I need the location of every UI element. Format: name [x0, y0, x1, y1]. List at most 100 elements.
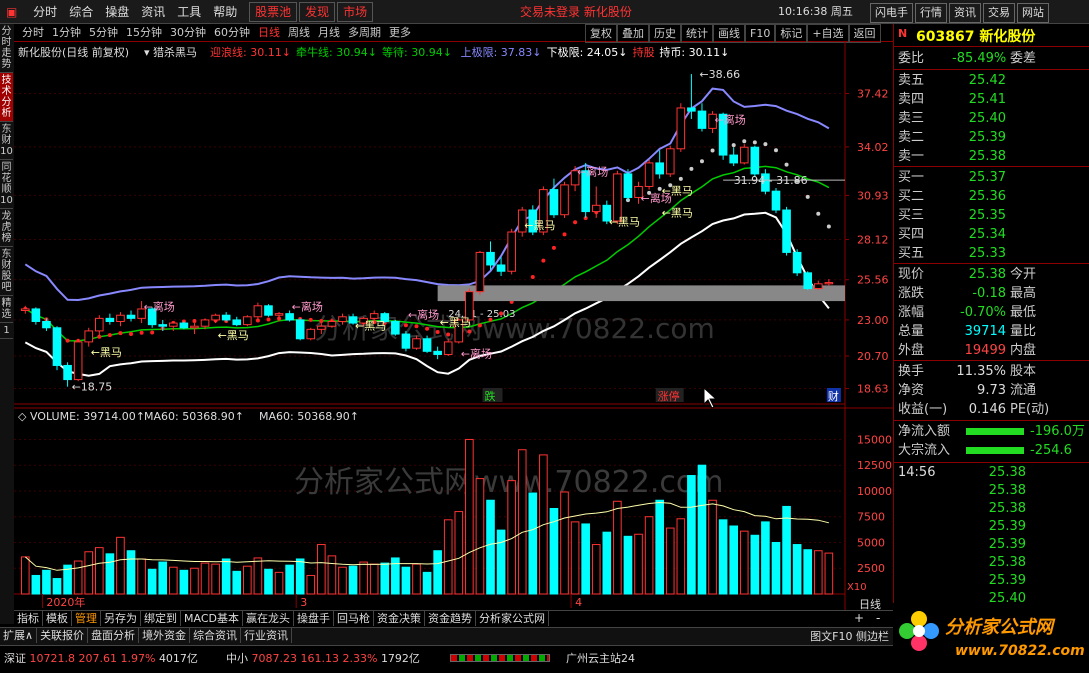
tool-button[interactable]: 标记 — [775, 24, 808, 43]
candle-body — [274, 313, 284, 316]
quote-label: 外盘 — [898, 343, 925, 358]
candle-body — [803, 272, 813, 290]
quote-label-right: PE(动) — [1010, 402, 1050, 417]
indicator-tab[interactable]: 另存为 — [101, 611, 141, 626]
side-tab[interactable]: 精选 — [0, 296, 13, 323]
extension-tab[interactable]: 扩展∧ — [0, 628, 38, 643]
low-label: ←18.75 — [72, 381, 113, 394]
wave-dot — [139, 330, 144, 335]
candle-body — [655, 162, 664, 175]
tab-period[interactable]: 更多 — [385, 24, 415, 41]
tool-button[interactable]: 历史 — [649, 24, 681, 43]
menu-item[interactable]: 工具 — [171, 0, 207, 24]
signal-label: ←黑马 — [355, 319, 386, 332]
quote-label: 卖一 — [898, 149, 925, 164]
tab-period[interactable]: 月线 — [314, 24, 344, 41]
top-right-button[interactable]: 行情 — [915, 3, 947, 23]
indicator-tab[interactable]: 赢在龙头 — [243, 611, 294, 626]
wave-dot — [414, 324, 419, 329]
wave-dot — [773, 148, 778, 153]
candle-body — [285, 313, 294, 321]
zoom-button[interactable]: - — [876, 611, 880, 625]
indicator-tab[interactable]: 操盘手 — [294, 611, 334, 626]
indicator-tab[interactable]: 模板 — [43, 611, 72, 626]
tool-button[interactable]: 统计 — [681, 24, 713, 43]
side-tab[interactable]: 东财股吧 — [0, 247, 13, 296]
tool-button[interactable]: F10 — [745, 24, 776, 43]
side-tab[interactable]: 同花顺10 — [0, 160, 13, 209]
tool-button[interactable]: 画线 — [713, 24, 745, 43]
side-tab[interactable]: 技术分析 — [0, 73, 13, 122]
f10-sidebar-link[interactable]: 图文F10 侧边栏 — [810, 628, 889, 645]
candle-body — [179, 322, 189, 329]
menu-logo[interactable]: ▣ — [0, 0, 23, 24]
flow-value: -196.0万 — [1030, 424, 1085, 439]
flow-value: -254.6 — [1030, 443, 1072, 458]
tab-period[interactable]: 15分钟 — [122, 24, 166, 41]
indicator-tab[interactable]: 管理 — [72, 611, 101, 626]
volume-bar — [221, 558, 231, 595]
menu-item[interactable]: 操盘 — [99, 0, 135, 24]
top-right-button[interactable]: 闪电手 — [870, 3, 913, 23]
candle-body — [369, 313, 379, 319]
tool-button[interactable]: +自选 — [807, 24, 849, 43]
extension-tab[interactable]: 关联报价 — [37, 628, 89, 643]
menu-red-button[interactable]: 市场 — [337, 2, 374, 22]
menu-item[interactable]: 资讯 — [135, 0, 171, 24]
side-tab[interactable]: 分时走势 — [0, 24, 13, 73]
zoom-button[interactable]: + — [854, 611, 864, 625]
top-right-button[interactable]: 交易 — [983, 3, 1015, 23]
finance-marker: 财 — [828, 389, 839, 403]
candle-body — [295, 319, 305, 340]
volume-bar — [295, 558, 305, 595]
volume-bar — [359, 561, 368, 595]
top-right-button[interactable]: 网站 — [1017, 3, 1049, 23]
indicator-tab[interactable]: 绑定到 — [141, 611, 181, 626]
side-tab[interactable]: 东财10 — [0, 122, 13, 160]
menu-item[interactable]: 分时 — [27, 0, 63, 24]
menu-item[interactable]: 帮助 — [207, 0, 243, 24]
candle-body — [697, 110, 707, 129]
menu-red-button[interactable]: 股票池 — [249, 2, 298, 22]
index-quote[interactable]: 深证 10721.8 207.61 1.97% 4017亿 — [4, 648, 198, 670]
tab-period[interactable]: 多周期 — [344, 24, 385, 41]
extension-tab[interactable]: 盘面分析 — [88, 628, 140, 643]
tab-period[interactable]: 1分钟 — [48, 24, 85, 41]
tool-button[interactable]: 叠加 — [617, 24, 649, 43]
wave-dot — [678, 176, 683, 181]
buy-row: 买二 25.36 — [894, 187, 1089, 206]
wave-dot — [816, 211, 821, 216]
tab-period[interactable]: 日线 — [254, 24, 284, 41]
volume-bar — [52, 578, 62, 595]
indicator-tab[interactable]: 分析家公式网 — [476, 611, 549, 626]
tab-period[interactable]: 60分钟 — [210, 24, 254, 41]
tab-period[interactable]: 周线 — [284, 24, 314, 41]
extension-tab[interactable]: 综合资讯 — [190, 628, 242, 643]
tab-period[interactable]: 分时 — [18, 24, 48, 41]
wave-dot — [425, 326, 430, 331]
indicator-tab[interactable]: 指标 — [14, 611, 43, 626]
kline-chart[interactable]: 37.42 34.02 30.93 28.12 25.56 23.00 20.70 18.63… — [14, 42, 893, 610]
tick-row: 25.38 — [894, 554, 1089, 572]
extension-tab[interactable]: 行业资讯 — [241, 628, 293, 643]
menu-item[interactable]: 综合 — [63, 0, 99, 24]
menu-red-button[interactable]: 发现 — [299, 2, 336, 22]
side-tab[interactable]: 1 — [0, 323, 13, 339]
tick-price: 25.39 — [988, 573, 1026, 588]
index-quote[interactable]: 中小 7087.23 161.13 2.33% 1792亿 — [226, 648, 420, 670]
tool-button[interactable]: 复权 — [585, 24, 617, 43]
volume-bar — [581, 523, 590, 595]
indicator-tab[interactable]: 回马枪 — [334, 611, 374, 626]
tab-period[interactable]: 5分钟 — [85, 24, 122, 41]
volume-bar — [116, 536, 125, 595]
indicator-tab[interactable]: MACD基本 — [181, 611, 243, 626]
extension-tab[interactable]: 境外资金 — [139, 628, 191, 643]
tab-period[interactable]: 30分钟 — [166, 24, 210, 41]
tool-button[interactable]: 返回 — [848, 24, 881, 43]
indicator-tab[interactable]: 资金趋势 — [425, 611, 476, 626]
indicator-tab[interactable]: 资金决策 — [374, 611, 425, 626]
side-tab[interactable]: 龙虎榜 — [0, 209, 13, 247]
wave-dot — [551, 245, 556, 250]
signal-label: ←离场 — [292, 300, 323, 314]
top-right-button[interactable]: 资讯 — [949, 3, 981, 23]
